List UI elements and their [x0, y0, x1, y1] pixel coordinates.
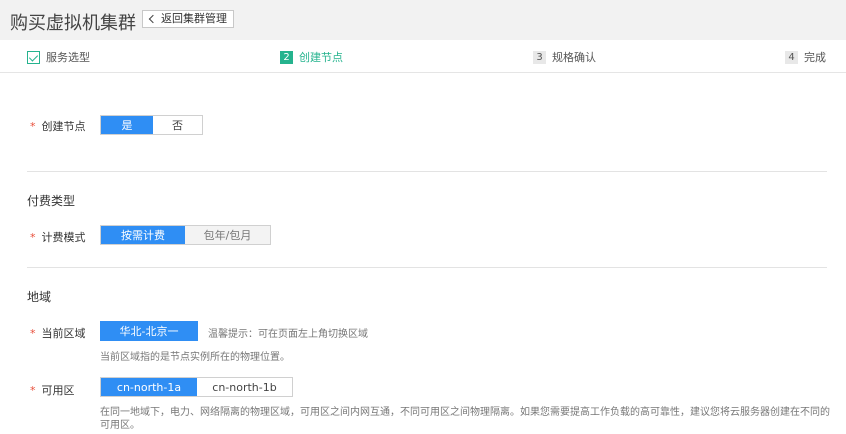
back-to-cluster-management-button[interactable]: 返回集群管理 — [142, 10, 234, 28]
current-region-label: * 当前区域 — [30, 327, 86, 340]
yearly-monthly-option[interactable]: 包年/包月 — [185, 226, 270, 244]
wizard-steps: 服务选型 2 创建节点 3 规格确认 4 完成 — [0, 40, 846, 73]
required-marker: * — [30, 327, 36, 340]
billing-mode-toggle: 按需计费 包年/包月 — [100, 225, 271, 245]
step-label: 完成 — [804, 51, 826, 64]
required-marker: * — [30, 231, 36, 244]
checkmark-icon — [27, 50, 40, 64]
on-demand-option[interactable]: 按需计费 — [101, 226, 185, 244]
required-marker: * — [30, 384, 36, 397]
billing-section-title: 付费类型 — [27, 194, 76, 208]
divider — [27, 267, 827, 268]
back-button-label: 返回集群管理 — [161, 12, 227, 25]
step-label: 规格确认 — [552, 51, 596, 64]
az-cn-north-1a-option[interactable]: cn-north-1a — [101, 378, 197, 396]
create-node-toggle: 是 否 — [100, 115, 203, 135]
page-header: 购买虚拟机集群 返回集群管理 — [0, 0, 846, 40]
availability-zone-label: * 可用区 — [30, 384, 75, 397]
step-number: 4 — [785, 50, 798, 64]
create-node-label: * 创建节点 — [30, 120, 86, 133]
step-service-selection: 服务选型 — [27, 49, 90, 65]
divider — [27, 171, 827, 172]
create-node-yes-option[interactable]: 是 — [101, 116, 153, 134]
chevron-left-icon — [148, 14, 158, 24]
required-marker: * — [30, 120, 36, 133]
billing-mode-label: * 计费模式 — [30, 231, 86, 244]
availability-zone-description: 在同一地域下，电力、网络隔离的物理区域，可用区之间内网互通，不同可用区之间物理隔… — [100, 407, 830, 431]
region-tip: 温馨提示：可在页面左上角切换区域 — [208, 329, 368, 340]
step-number: 2 — [280, 50, 293, 64]
page-title: 购买虚拟机集群 — [10, 13, 136, 34]
step-label: 服务选型 — [46, 51, 90, 64]
availability-zone-toggle: cn-north-1a cn-north-1b — [100, 377, 293, 397]
current-region-selector: 华北-北京一 — [100, 321, 198, 341]
step-complete: 4 完成 — [785, 49, 826, 65]
region-section-title: 地域 — [27, 290, 52, 304]
step-spec-confirm: 3 规格确认 — [533, 49, 596, 65]
current-region-value[interactable]: 华北-北京一 — [101, 322, 197, 340]
step-label: 创建节点 — [299, 51, 343, 64]
step-number: 3 — [533, 50, 546, 64]
az-cn-north-1b-option[interactable]: cn-north-1b — [197, 378, 292, 396]
step-create-node: 2 创建节点 — [280, 49, 343, 65]
region-description: 当前区域指的是节点实例所在的物理位置。 — [100, 352, 290, 363]
create-node-no-option[interactable]: 否 — [153, 116, 202, 134]
